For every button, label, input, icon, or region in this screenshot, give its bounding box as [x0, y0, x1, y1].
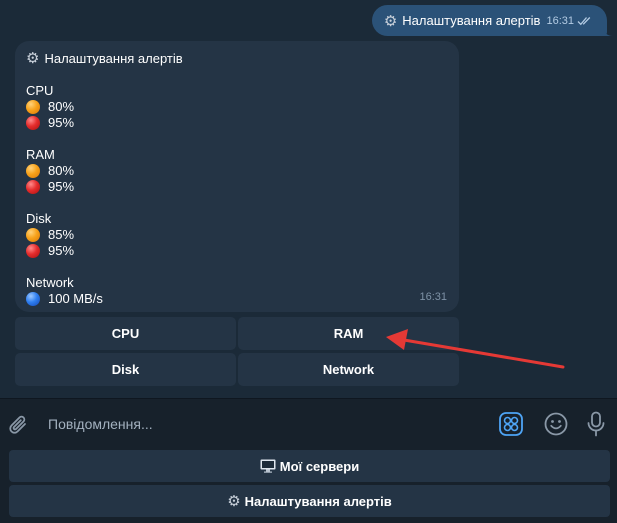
red-circle-icon [26, 244, 40, 258]
ram-button[interactable]: RAM [238, 317, 459, 350]
threshold-value: 95% [48, 115, 75, 130]
section-cpu: CPU 80% 95% [26, 83, 448, 131]
threshold-value: 100 MB/s [48, 291, 103, 306]
network-button[interactable]: Network [238, 353, 459, 386]
red-circle-icon [26, 116, 40, 130]
threshold-critical: 95% [26, 243, 448, 259]
threshold-value: 80% [48, 163, 75, 178]
gear-icon: ⚙ [26, 50, 40, 67]
threshold-critical: 95% [26, 179, 448, 195]
outgoing-message-time: 16:31 [546, 14, 574, 27]
reply-keyboard: Мої сервери ⚙ Налаштування алертів [0, 450, 617, 523]
threshold-value: 85% [48, 227, 75, 242]
double-check-icon [577, 16, 591, 25]
threshold-value: 80% [48, 99, 75, 114]
bubble-tail [603, 26, 613, 36]
orange-circle-icon [26, 228, 40, 242]
outgoing-message: ⚙ Налаштування алертів 16:31 [371, 5, 607, 36]
orange-circle-icon [26, 164, 40, 178]
threshold-warning: 80% [26, 163, 448, 179]
section-label: CPU [26, 83, 54, 98]
threshold-value: 95% [48, 243, 75, 258]
bot-keyboard-icon[interactable] [499, 412, 523, 436]
red-circle-icon [26, 180, 40, 194]
gear-icon: ⚙ [383, 12, 398, 30]
section-label: Disk [26, 211, 52, 226]
microphone-icon[interactable] [586, 411, 606, 437]
outgoing-message-text: Налаштування алертів [402, 13, 541, 28]
threshold-critical: 95% [26, 115, 448, 131]
emoji-icon[interactable] [544, 412, 568, 436]
section-ram: RAM 80% 95% [26, 147, 448, 195]
bot-message: ⚙ Налаштування алертів CPU 80% 95% RAM 8… [15, 41, 459, 312]
my-servers-label: Мої сервери [279, 458, 360, 474]
alert-settings-button[interactable]: ⚙ Налаштування алертів [9, 485, 610, 517]
orange-circle-icon [26, 100, 40, 114]
threshold-info: 100 MB/s [26, 291, 448, 307]
desktop-computer-icon [260, 459, 276, 473]
my-servers-button[interactable]: Мої сервери [9, 450, 610, 482]
bot-message-title-text: Налаштування алертів [44, 51, 183, 66]
cpu-button[interactable]: CPU [15, 317, 236, 350]
threshold-value: 95% [48, 179, 75, 194]
gear-icon: ⚙ [227, 493, 241, 510]
threshold-warning: 85% [26, 227, 448, 243]
message-composer [0, 398, 617, 450]
threshold-warning: 80% [26, 99, 448, 115]
blue-circle-icon [26, 292, 40, 306]
message-input[interactable] [48, 412, 468, 436]
section-network: Network 100 MB/s [26, 275, 448, 307]
bot-message-title: ⚙ Налаштування алертів [26, 51, 448, 67]
disk-button[interactable]: Disk [15, 353, 236, 386]
section-label: RAM [26, 147, 55, 162]
section-label: Network [26, 275, 74, 290]
paperclip-icon[interactable] [8, 413, 30, 437]
bot-message-time: 16:31 [419, 291, 447, 303]
section-disk: Disk 85% 95% [26, 211, 448, 259]
alert-settings-label: Налаштування алертів [244, 493, 392, 509]
